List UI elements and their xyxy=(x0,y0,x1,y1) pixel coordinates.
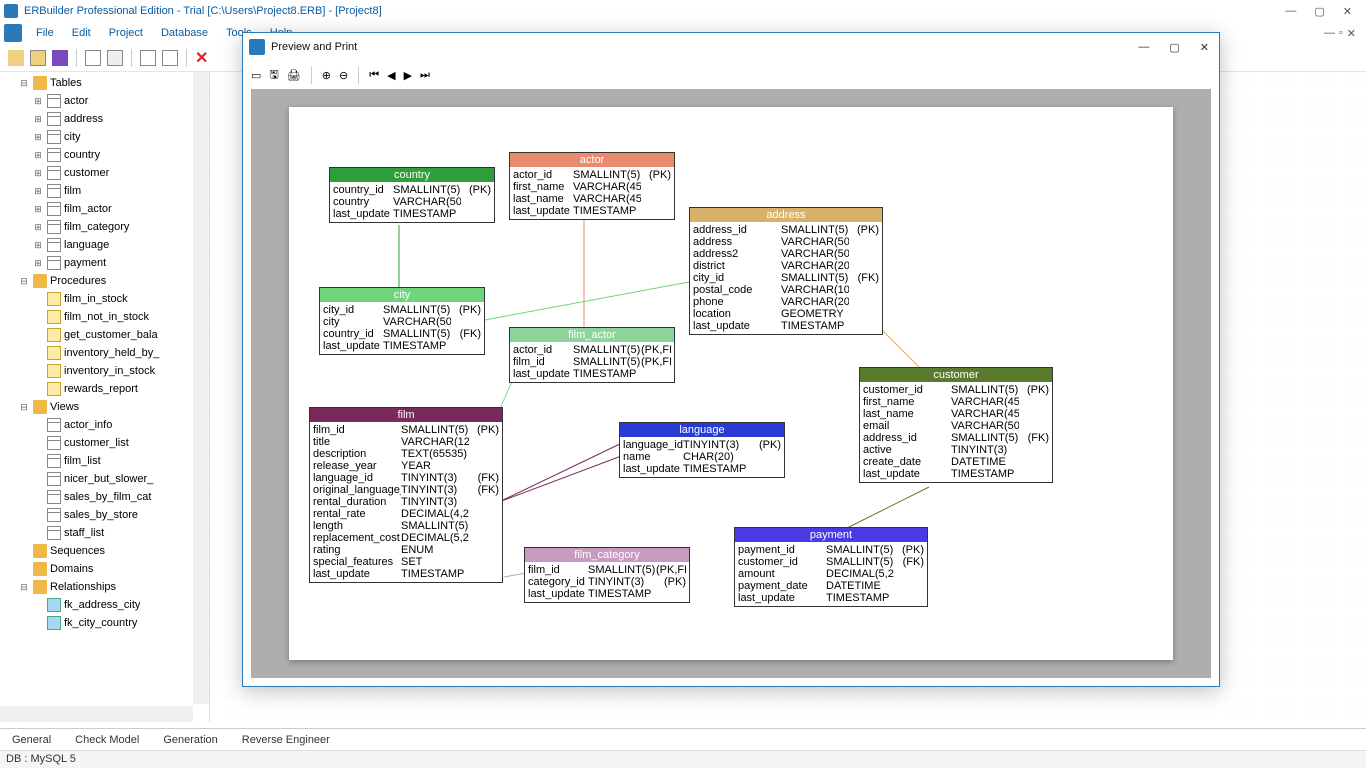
tree-view-sales_by_film_cat[interactable]: sales_by_film_cat xyxy=(0,488,209,506)
pv-image-icon[interactable]: ▭ xyxy=(251,69,261,82)
preview-toolbar: ▭ 🖫 🖨 ⊕ ⊖ ⏮ ◀ ▶ ⏭ xyxy=(243,61,1219,89)
tree-proc-film_not_in_stock[interactable]: film_not_in_stock xyxy=(0,308,209,326)
menu-file[interactable]: File xyxy=(28,25,62,41)
tree-tables[interactable]: ⊟Tables xyxy=(0,74,209,92)
bottom-tabs: General Check Model Generation Reverse E… xyxy=(0,728,1366,750)
preview-icon[interactable] xyxy=(107,50,123,66)
tree-rel-fk_address_city[interactable]: fk_address_city xyxy=(0,596,209,614)
new-icon[interactable] xyxy=(8,50,24,66)
tree-sequences[interactable]: Sequences xyxy=(0,542,209,560)
menu-edit[interactable]: Edit xyxy=(64,25,99,41)
tree-procedures[interactable]: ⊟Procedures xyxy=(0,272,209,290)
preview-title-bar[interactable]: Preview and Print — ▢ ✕ xyxy=(243,33,1219,61)
pv-last-icon[interactable]: ⏭ xyxy=(420,69,430,82)
tree-view-actor_info[interactable]: actor_info xyxy=(0,416,209,434)
tree-table-actor[interactable]: ⊞actor xyxy=(0,92,209,110)
tree-rel-fk_city_country[interactable]: fk_city_country xyxy=(0,614,209,632)
tree-proc-film_in_stock[interactable]: film_in_stock xyxy=(0,290,209,308)
entity-customer[interactable]: customercustomer_idSMALLINT(5)(PK)first_… xyxy=(859,367,1053,483)
tree-proc-inventory_in_stock[interactable]: inventory_in_stock xyxy=(0,362,209,380)
app-icon xyxy=(4,4,18,18)
tree-hscroll[interactable] xyxy=(0,706,193,722)
tree-table-customer[interactable]: ⊞customer xyxy=(0,164,209,182)
tree-views[interactable]: ⊟Views xyxy=(0,398,209,416)
mdi-restore-icon[interactable]: ▫ xyxy=(1339,27,1343,40)
tree-table-film[interactable]: ⊞film xyxy=(0,182,209,200)
entity-language[interactable]: languagelanguage_idTINYINT(3)(PK)nameCHA… xyxy=(619,422,785,478)
status-bar: DB : MySQL 5 xyxy=(0,750,1366,768)
tab-check-model[interactable]: Check Model xyxy=(63,731,151,749)
pv-prev-icon[interactable]: ◀ xyxy=(387,69,395,82)
print-icon[interactable] xyxy=(85,50,101,66)
pv-next-icon[interactable]: ▶ xyxy=(404,69,412,82)
tree-table-language[interactable]: ⊞language xyxy=(0,236,209,254)
maximize-button[interactable]: ▢ xyxy=(1314,5,1324,18)
tab-reverse-engineer[interactable]: Reverse Engineer xyxy=(230,731,342,749)
paste-icon[interactable] xyxy=(162,50,178,66)
entity-film[interactable]: filmfilm_idSMALLINT(5)(PK)titleVARCHAR(1… xyxy=(309,407,503,583)
tree-vscroll[interactable] xyxy=(193,72,209,704)
tree-domains[interactable]: Domains xyxy=(0,560,209,578)
tab-generation[interactable]: Generation xyxy=(151,731,229,749)
tree-table-address[interactable]: ⊞address xyxy=(0,110,209,128)
pv-zoom-out-icon[interactable]: ⊖ xyxy=(339,69,348,82)
minimize-button[interactable]: — xyxy=(1285,5,1296,18)
preview-icon xyxy=(249,39,265,55)
app-title-bar: ERBuilder Professional Edition - Trial [… xyxy=(0,0,1366,22)
preview-minimize-button[interactable]: — xyxy=(1138,41,1149,54)
tree-table-country[interactable]: ⊞country xyxy=(0,146,209,164)
pv-save-icon[interactable]: 🖫 xyxy=(269,66,278,85)
mdi-close-icon[interactable]: ✕ xyxy=(1347,27,1356,40)
preview-canvas[interactable]: countrycountry_idSMALLINT(5)(PK)countryV… xyxy=(251,89,1211,678)
mdi-minimize-icon[interactable]: — xyxy=(1324,27,1335,40)
entity-film_category[interactable]: film_categoryfilm_idSMALLINT(5)(PK,FK)ca… xyxy=(524,547,690,603)
tree-proc-inventory_held_by_[interactable]: inventory_held_by_ xyxy=(0,344,209,362)
menu-project[interactable]: Project xyxy=(101,25,151,41)
tree-view-film_list[interactable]: film_list xyxy=(0,452,209,470)
entity-city[interactable]: citycity_idSMALLINT(5)(PK)cityVARCHAR(50… xyxy=(319,287,485,355)
tree-proc-rewards_report[interactable]: rewards_report xyxy=(0,380,209,398)
tree-table-film_actor[interactable]: ⊞film_actor xyxy=(0,200,209,218)
tab-general[interactable]: General xyxy=(0,731,63,749)
preview-close-button[interactable]: ✕ xyxy=(1200,41,1209,54)
pv-zoom-in-icon[interactable]: ⊕ xyxy=(322,69,331,82)
preview-window: Preview and Print — ▢ ✕ ▭ 🖫 🖨 ⊕ ⊖ ⏮ ◀ ▶ … xyxy=(242,32,1220,687)
entity-country[interactable]: countrycountry_idSMALLINT(5)(PK)countryV… xyxy=(329,167,495,223)
tree-relationships[interactable]: ⊟Relationships xyxy=(0,578,209,596)
entity-payment[interactable]: paymentpayment_idSMALLINT(5)(PK)customer… xyxy=(734,527,928,607)
tree-view-staff_list[interactable]: staff_list xyxy=(0,524,209,542)
tree-view-nicer_but_slower_[interactable]: nicer_but_slower_ xyxy=(0,470,209,488)
tree-view-customer_list[interactable]: customer_list xyxy=(0,434,209,452)
close-button[interactable]: ✕ xyxy=(1343,5,1352,18)
preview-title: Preview and Print xyxy=(271,41,357,53)
save-icon[interactable] xyxy=(52,50,68,66)
pv-print-icon[interactable]: 🖨 xyxy=(287,69,301,82)
logo-icon xyxy=(4,24,22,42)
open-icon[interactable] xyxy=(30,50,46,66)
entity-actor[interactable]: actoractor_idSMALLINT(5)(PK)first_nameVA… xyxy=(509,152,675,220)
pv-first-icon[interactable]: ⏮ xyxy=(369,69,379,82)
tree-table-film_category[interactable]: ⊞film_category xyxy=(0,218,209,236)
delete-icon[interactable]: ✕ xyxy=(195,48,208,68)
tree-proc-get_customer_bala[interactable]: get_customer_bala xyxy=(0,326,209,344)
copy-icon[interactable] xyxy=(140,50,156,66)
entity-film_actor[interactable]: film_actoractor_idSMALLINT(5)(PK,FK)film… xyxy=(509,327,675,383)
tree-panel: ⊟Tables⊞actor⊞address⊞city⊞country⊞custo… xyxy=(0,72,210,722)
status-db: DB : MySQL 5 xyxy=(6,753,76,765)
tree-table-payment[interactable]: ⊞payment xyxy=(0,254,209,272)
entity-address[interactable]: addressaddress_idSMALLINT(5)(PK)addressV… xyxy=(689,207,883,335)
tree-table-city[interactable]: ⊞city xyxy=(0,128,209,146)
tree-view-sales_by_store[interactable]: sales_by_store xyxy=(0,506,209,524)
app-title: ERBuilder Professional Edition - Trial [… xyxy=(24,5,382,17)
preview-maximize-button[interactable]: ▢ xyxy=(1169,41,1179,54)
menu-database[interactable]: Database xyxy=(153,25,216,41)
preview-page: countrycountry_idSMALLINT(5)(PK)countryV… xyxy=(289,107,1173,660)
